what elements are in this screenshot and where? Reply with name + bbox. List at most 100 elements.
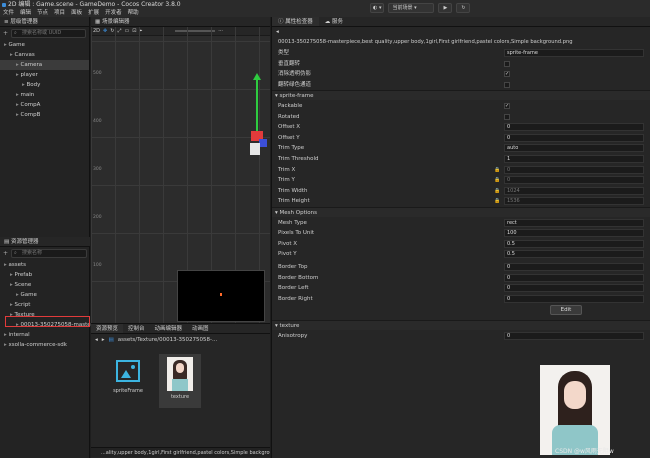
grid-line xyxy=(91,137,270,138)
back-arrow-icon[interactable]: ◂ xyxy=(276,29,279,35)
transform-tool-icon[interactable]: ⊡ xyxy=(132,28,136,34)
preview-tab[interactable]: 动画图 xyxy=(187,324,214,333)
property-value-input[interactable]: 0 xyxy=(504,332,644,340)
tree-item[interactable]: ▸ internal xyxy=(0,330,90,340)
section-header[interactable]: ▾ texture xyxy=(272,320,650,331)
property-value-input[interactable]: auto xyxy=(504,144,644,153)
property-value-input[interactable]: 0 xyxy=(504,123,644,132)
grid-line xyxy=(115,27,116,323)
tree-item[interactable]: ▸ assets xyxy=(0,260,90,270)
assets-tab[interactable]: ▤ 资源管理器 xyxy=(0,237,90,247)
rotate-tool-icon[interactable]: ↻ xyxy=(110,28,114,34)
inspector-tabs: ⓘ 属性检查器 ☁ 服务 xyxy=(272,17,650,27)
rect-tool-icon[interactable]: ▭ xyxy=(124,28,129,34)
tree-item[interactable]: ▸ main xyxy=(0,90,89,100)
add-asset-icon[interactable]: + xyxy=(3,250,8,257)
property-value-input[interactable]: sprite-frame xyxy=(504,49,644,57)
back-arrow-icon[interactable]: ◂ xyxy=(95,337,98,343)
property-checkbox[interactable]: ✓ xyxy=(504,103,510,109)
preview-sprite-dot xyxy=(220,293,222,296)
property-value-input[interactable]: rect xyxy=(504,218,644,227)
refresh-button[interactable]: ↻ xyxy=(456,3,471,13)
property-value-input[interactable]: 0 xyxy=(504,176,644,185)
tree-item[interactable]: ▸ Camera xyxy=(0,60,89,70)
tree-item[interactable]: ▸ CompA xyxy=(0,100,89,110)
menu-item[interactable]: 编辑 xyxy=(20,10,31,16)
property-value-input[interactable]: 1 xyxy=(504,155,644,163)
hierarchy-search[interactable]: ⌕ 搜索名称或 UUID xyxy=(11,29,86,38)
tree-item[interactable]: ▸ Game xyxy=(0,40,89,50)
scene-viewport[interactable]: 2D ✥ ↻ ⤢ ▭ ⊡ ⌖ ⋯ 500 400 300 200 100 xyxy=(91,27,270,323)
tree-item-label: Camera xyxy=(20,62,43,68)
scale-tool-icon[interactable]: ⤢ xyxy=(117,28,121,34)
scene-select[interactable]: 当前场景 ▾ xyxy=(388,3,435,13)
tab-inspector[interactable]: ⓘ 属性检查器 xyxy=(272,17,319,26)
lock-icon[interactable]: 🔒 xyxy=(494,175,500,185)
texture-item[interactable]: texture xyxy=(159,354,201,408)
menu-item[interactable]: 帮助 xyxy=(128,10,139,16)
property-value-input[interactable]: 0 xyxy=(504,294,644,303)
section-header[interactable]: ▾ Mesh Options xyxy=(272,207,650,217)
tree-item[interactable]: ▸ CompB xyxy=(0,110,89,120)
more-icon[interactable]: ⋯ xyxy=(218,28,223,34)
move-tool-icon[interactable]: ✥ xyxy=(103,28,107,34)
menu-item[interactable]: 开发者 xyxy=(105,10,122,16)
property-value-input[interactable]: 1536 xyxy=(504,197,644,206)
menu-item[interactable]: 项目 xyxy=(54,10,65,16)
property-checkbox[interactable] xyxy=(504,113,510,120)
globe-icon[interactable]: ◐ ▾ xyxy=(370,3,385,13)
hierarchy-tab[interactable]: ≡ 层级管理器 xyxy=(0,17,89,27)
add-node-icon[interactable]: + xyxy=(3,30,8,37)
zoom-slider[interactable] xyxy=(175,30,216,32)
tree-item[interactable]: ▸ Scene xyxy=(0,280,90,290)
tree-item[interactable]: ▸ Canvas xyxy=(0,50,89,60)
tree-item-label: Scene xyxy=(14,282,32,288)
tree-item[interactable]: ▸ Game xyxy=(0,290,90,300)
property-checkbox[interactable] xyxy=(504,60,510,67)
assets-search[interactable]: ⌕ 搜索名称 xyxy=(11,249,87,258)
property-checkbox[interactable]: ✓ xyxy=(504,71,510,78)
menu-item[interactable]: 文件 xyxy=(3,10,14,16)
tree-item[interactable]: ▸ Script xyxy=(0,300,90,310)
lock-icon[interactable]: 🔒 xyxy=(494,165,500,175)
property-value-input[interactable]: 0 xyxy=(504,284,644,293)
property-row: Trim Width 🔒 1024 xyxy=(278,186,648,196)
property-value-input[interactable]: 100 xyxy=(504,229,644,238)
menu-item[interactable]: 面板 xyxy=(71,10,82,16)
spriteframe-item[interactable]: spriteFrame xyxy=(113,360,143,404)
tree-item[interactable]: ▸ Body xyxy=(0,80,89,90)
section-header[interactable]: ▾ sprite-frame xyxy=(272,90,650,101)
property-checkbox[interactable] xyxy=(504,81,510,88)
property-value-input[interactable]: 0 xyxy=(504,263,644,271)
scene-editor-tab[interactable]: ▦ 场景编辑器 xyxy=(91,17,270,27)
gizmo-blue-block[interactable] xyxy=(259,139,267,147)
menu-item[interactable]: 节点 xyxy=(37,10,48,16)
property-label: Pixels To Unit xyxy=(278,230,315,237)
property-value-input[interactable]: 0 xyxy=(504,273,644,282)
property-label: Mesh Type xyxy=(278,219,307,226)
tree-item[interactable]: ▸ xsolla-commerce-sdk xyxy=(0,340,90,350)
preview-tab[interactable]: 控制台 xyxy=(123,324,150,333)
mode-2d-toggle[interactable]: 2D xyxy=(93,28,100,34)
tree-item[interactable]: ▸ Prefab xyxy=(0,270,90,280)
property-value-input[interactable]: 1024 xyxy=(504,186,644,195)
property-label: Border Bottom xyxy=(278,274,319,281)
property-value-input[interactable]: 0.5 xyxy=(504,239,644,248)
property-value-input[interactable]: 0.5 xyxy=(504,250,644,259)
property-row: Pivot Y 0.5 xyxy=(278,249,648,259)
play-button[interactable]: ▶ xyxy=(438,3,453,13)
lock-icon[interactable]: 🔒 xyxy=(494,186,500,196)
forward-arrow-icon[interactable]: ▸ xyxy=(102,337,105,343)
property-value-input[interactable]: 0 xyxy=(504,133,644,142)
edit-button[interactable]: Edit xyxy=(550,305,582,316)
tree-item[interactable]: ▸ player xyxy=(0,70,89,80)
property-label: Trim Y xyxy=(278,177,295,184)
preview-tab[interactable]: 资源预览 xyxy=(91,324,124,333)
y-axis-gizmo[interactable] xyxy=(256,77,258,137)
property-value-input[interactable]: 0 xyxy=(504,165,644,174)
preview-tab[interactable]: 动画编辑器 xyxy=(150,324,188,333)
hierarchy-icon: ≡ xyxy=(4,19,9,25)
menu-item[interactable]: 扩展 xyxy=(88,10,99,16)
lock-icon[interactable]: 🔒 xyxy=(494,196,500,206)
tab-services[interactable]: ☁ 服务 xyxy=(319,17,349,26)
